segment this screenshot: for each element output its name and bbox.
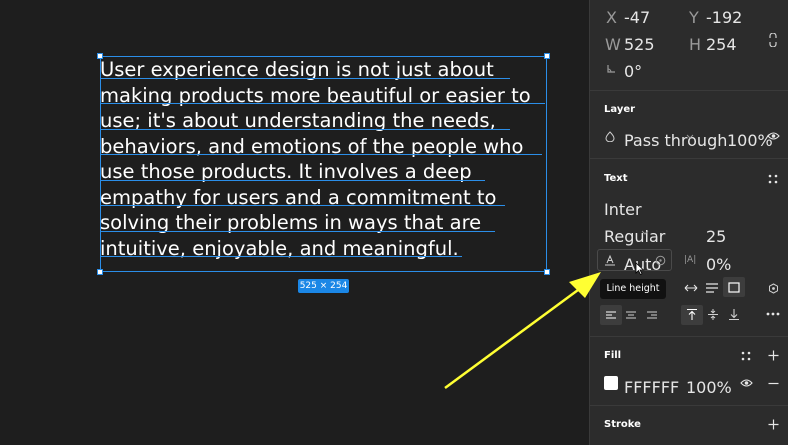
cursor-arrow-icon	[635, 262, 645, 276]
annotation-arrow	[444, 272, 601, 390]
